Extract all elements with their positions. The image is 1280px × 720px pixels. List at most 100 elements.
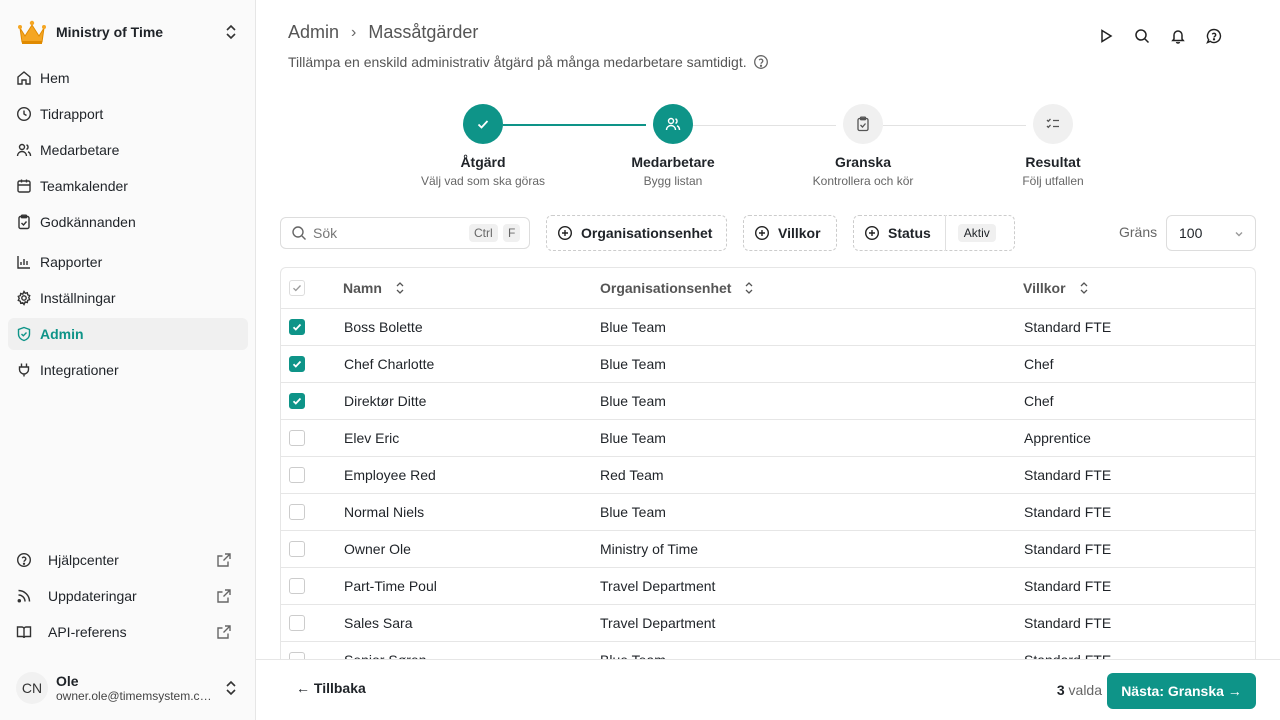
step-circle bbox=[843, 104, 883, 144]
step-granska[interactable]: Granska Kontrollera och kör bbox=[773, 104, 953, 188]
table-row[interactable]: Direktør Ditte Blue Team Chef bbox=[281, 383, 1255, 420]
cell-org-unit: Travel Department bbox=[600, 578, 716, 594]
nav-item-label: Rapporter bbox=[40, 254, 103, 270]
column-title: Villkor bbox=[1023, 280, 1066, 296]
nav-item-medarbetare[interactable]: Medarbetare bbox=[8, 134, 248, 166]
step-desc: Välj vad som ska göras bbox=[420, 174, 546, 188]
sort-icon bbox=[746, 282, 753, 294]
breadcrumb: Admin › Massåtgärder bbox=[288, 22, 478, 43]
cell-org-unit: Blue Team bbox=[600, 356, 666, 372]
wizard-stepper: Åtgärd Välj vad som ska göras Medarbetar… bbox=[256, 104, 1280, 194]
limit-select[interactable]: 100 bbox=[1166, 215, 1256, 251]
back-button[interactable]: ← Tillbaka bbox=[296, 680, 366, 696]
limit-label: Gräns bbox=[1119, 224, 1158, 240]
table-row[interactable]: Elev Eric Blue Team Apprentice bbox=[281, 420, 1255, 457]
user-menu[interactable]: CN Ole owner.ole@timemsystem.com bbox=[16, 668, 244, 708]
row-checkbox[interactable] bbox=[289, 319, 305, 335]
cell-name: Owner Ole bbox=[344, 541, 411, 557]
table-row[interactable]: Employee Red Red Team Standard FTE bbox=[281, 457, 1255, 494]
step-circle bbox=[653, 104, 693, 144]
external-link-icon bbox=[217, 625, 231, 639]
search-input[interactable] bbox=[313, 225, 463, 241]
cell-conditions: Standard FTE bbox=[1024, 504, 1112, 520]
search-button[interactable] bbox=[1132, 26, 1152, 46]
subtitle-text: Tillämpa en enskild administrativ åtgärd… bbox=[288, 54, 747, 70]
nav-item-integrationer[interactable]: Integrationer bbox=[8, 354, 248, 386]
nav-item-hjalpcenter[interactable]: Hjälpcenter bbox=[8, 544, 248, 576]
nav-item-rapporter[interactable]: Rapporter bbox=[8, 246, 248, 278]
filter-conditions-button[interactable]: Villkor bbox=[743, 215, 837, 251]
column-header-name[interactable]: Namn bbox=[343, 280, 600, 296]
help-circle-icon[interactable] bbox=[753, 54, 769, 70]
footer-nav: Hjälpcenter Uppdateringar API-referens bbox=[8, 544, 248, 652]
plug-icon bbox=[18, 363, 30, 377]
filter-status-button[interactable]: Status Aktiv bbox=[853, 215, 1015, 251]
filter-label: Status bbox=[888, 225, 931, 241]
table-row[interactable]: Owner Ole Ministry of Time Standard FTE bbox=[281, 531, 1255, 568]
cell-org-unit: Travel Department bbox=[600, 615, 716, 631]
feedback-button[interactable] bbox=[1204, 26, 1224, 46]
breadcrumb-admin[interactable]: Admin bbox=[288, 22, 339, 43]
filter-label: Organisationsenhet bbox=[581, 225, 713, 241]
cell-conditions: Chef bbox=[1024, 393, 1054, 409]
table-row[interactable]: Boss Bolette Blue Team Standard FTE bbox=[281, 309, 1255, 346]
row-checkbox[interactable] bbox=[289, 393, 305, 409]
org-name: Ministry of Time bbox=[56, 24, 164, 40]
row-checkbox[interactable] bbox=[289, 430, 305, 446]
cell-org-unit: Ministry of Time bbox=[600, 541, 699, 557]
filter-org-unit-button[interactable]: Organisationsenhet bbox=[546, 215, 727, 251]
next-review-button[interactable]: Nästa: Granska → bbox=[1107, 673, 1256, 709]
notifications-button[interactable] bbox=[1168, 26, 1188, 46]
column-header-org-unit[interactable]: Organisationsenhet bbox=[600, 280, 1023, 296]
table-row[interactable]: Senior Søren Blue Team Standard FTE bbox=[281, 642, 1255, 660]
column-header-conditions[interactable]: Villkor bbox=[1023, 280, 1255, 296]
nav-item-uppdateringar[interactable]: Uppdateringar bbox=[8, 580, 248, 612]
cell-name: Part-Time Poul bbox=[344, 578, 437, 594]
nav-item-admin[interactable]: Admin bbox=[8, 318, 248, 350]
play-icon bbox=[1101, 29, 1113, 43]
external-link-icon bbox=[217, 553, 231, 567]
nav-item-teamkalender[interactable]: Teamkalender bbox=[8, 170, 248, 202]
row-checkbox[interactable] bbox=[289, 356, 305, 372]
nav-item-hem[interactable]: Hem bbox=[8, 62, 248, 94]
check-icon bbox=[292, 323, 302, 331]
nav-item-label: Admin bbox=[40, 326, 84, 342]
cell-name: Sales Sara bbox=[344, 615, 413, 631]
step-atgard[interactable]: Åtgärd Välj vad som ska göras bbox=[393, 104, 573, 188]
cell-name: Chef Charlotte bbox=[344, 356, 435, 372]
nav-item-label: Inställningar bbox=[40, 290, 116, 306]
step-desc: Följ utfallen bbox=[1022, 174, 1084, 188]
column-title: Organisationsenhet bbox=[600, 280, 732, 296]
cell-org-unit: Blue Team bbox=[600, 319, 666, 335]
table-header: Namn Organisationsenhet Villkor bbox=[281, 268, 1255, 309]
play-button[interactable] bbox=[1096, 26, 1116, 46]
table-row[interactable]: Chef Charlotte Blue Team Chef bbox=[281, 346, 1255, 383]
select-all-checkbox[interactable] bbox=[289, 280, 305, 296]
step-resultat[interactable]: Resultat Följ utfallen bbox=[963, 104, 1143, 188]
org-switcher[interactable]: Ministry of Time bbox=[16, 16, 240, 48]
step-medarbetare[interactable]: Medarbetare Bygg listan bbox=[583, 104, 763, 188]
search-box[interactable]: Ctrl F bbox=[280, 217, 530, 249]
row-checkbox[interactable] bbox=[289, 541, 305, 557]
selected-count: 3 valda bbox=[1057, 682, 1102, 698]
step-circle bbox=[463, 104, 503, 144]
table-row[interactable]: Part-Time Poul Travel Department Standard … bbox=[281, 568, 1255, 605]
sidebar: Ministry of Time Hem Tidrapport Medarbet… bbox=[0, 0, 256, 720]
row-checkbox[interactable] bbox=[289, 578, 305, 594]
row-checkbox[interactable] bbox=[289, 615, 305, 631]
nav-item-godkannanden[interactable]: Godkännanden bbox=[8, 206, 248, 238]
nav-item-installningar[interactable]: Inställningar bbox=[8, 282, 248, 314]
cell-conditions: Apprentice bbox=[1024, 430, 1091, 446]
employee-table: Namn Organisationsenhet Villkor Boss Bol… bbox=[280, 267, 1256, 660]
table-row[interactable]: Sales Sara Travel Department Standard FTE bbox=[281, 605, 1255, 642]
cell-org-unit: Blue Team bbox=[600, 430, 666, 446]
nav-item-api-referens[interactable]: API-referens bbox=[8, 616, 248, 648]
table-row[interactable]: Normal Niels Blue Team Standard FTE bbox=[281, 494, 1255, 531]
help-circle-icon bbox=[16, 552, 32, 568]
row-checkbox[interactable] bbox=[289, 467, 305, 483]
nav-item-tidrapport[interactable]: Tidrapport bbox=[8, 98, 248, 130]
row-checkbox[interactable] bbox=[289, 504, 305, 520]
calendar-icon bbox=[17, 179, 31, 193]
cell-conditions: Chef bbox=[1024, 356, 1054, 372]
crown-logo-icon bbox=[18, 20, 46, 44]
